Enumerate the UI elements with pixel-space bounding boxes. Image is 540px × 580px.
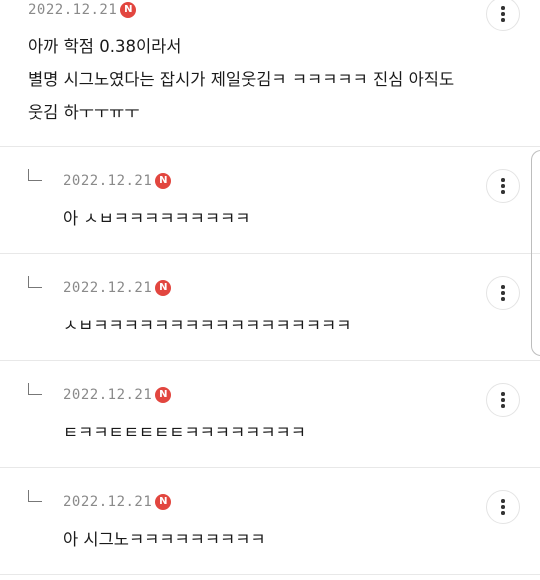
comment-text: ㅅㅂㅋㅋㅋㅋㅋㅋㅋㅋㅋㅋㅋㅋㅋㅋㅋㅋㅋ (63, 316, 352, 335)
comment-meta: 2022.12.21 N (63, 280, 172, 296)
reply-item: 2022.12.21 N ㅌㅋㅋㅌㅌㅌㅌㅌㅋㅋㅋㅋㅋㅋㅋㅋ (0, 361, 540, 467)
new-badge: N (155, 387, 172, 403)
comment-item: 2022.12.21 N 아까 학점 0.38이라서 별명 시그노였다는 잡시가… (0, 0, 540, 146)
reply-arrow-icon (28, 383, 42, 395)
comment-text: 아 ㅅㅂㅋㅋㅋㅋㅋㅋㅋㅋㅋ (63, 209, 251, 228)
reply-arrow-icon (28, 169, 42, 181)
more-options-button[interactable] (486, 0, 520, 31)
reply-arrow-icon (28, 276, 42, 288)
comment-meta: 2022.12.21 N (63, 387, 172, 403)
new-badge: N (155, 173, 172, 189)
comment-date: 2022.12.21 (63, 173, 153, 189)
new-badge: N (120, 2, 137, 18)
comment-date: 2022.12.21 (63, 280, 153, 296)
reply-item: 2022.12.21 N 아 ㅅㅂㅋㅋㅋㅋㅋㅋㅋㅋㅋ (0, 147, 540, 253)
comment-meta: 2022.12.21 N (28, 2, 137, 18)
more-options-button[interactable] (486, 490, 520, 524)
scroll-handle[interactable] (531, 150, 540, 356)
comment-date: 2022.12.21 (63, 387, 153, 403)
comment-date: 2022.12.21 (63, 494, 153, 510)
more-vertical-icon (501, 285, 505, 289)
comment-date: 2022.12.21 (28, 2, 118, 18)
new-badge: N (155, 494, 172, 510)
more-vertical-icon (501, 392, 505, 396)
reply-item: 2022.12.21 N 아 시그노ㅋㅋㅋㅋㅋㅋㅋㅋㅋ (0, 468, 540, 574)
reply-arrow-icon (28, 490, 42, 502)
comment-text: ㅌㅋㅋㅌㅌㅌㅌㅌㅋㅋㅋㅋㅋㅋㅋㅋ (63, 423, 306, 442)
more-vertical-icon (501, 6, 505, 10)
more-vertical-icon (501, 178, 505, 182)
new-badge: N (155, 280, 172, 296)
more-options-button[interactable] (486, 169, 520, 203)
more-vertical-icon (501, 499, 505, 503)
comment-text: 아 시그노ㅋㅋㅋㅋㅋㅋㅋㅋㅋ (63, 530, 266, 549)
more-options-button[interactable] (486, 276, 520, 310)
comment-text: 아까 학점 0.38이라서 별명 시그노였다는 잡시가 제일웃김ㅋ ㅋㅋㅋㅋㅋ … (28, 37, 455, 122)
comment-meta: 2022.12.21 N (63, 494, 172, 510)
reply-item: 2022.12.21 N ㅅㅂㅋㅋㅋㅋㅋㅋㅋㅋㅋㅋㅋㅋㅋㅋㅋㅋㅋ (0, 254, 540, 360)
comment-meta: 2022.12.21 N (63, 173, 172, 189)
divider (0, 574, 540, 575)
more-options-button[interactable] (486, 383, 520, 417)
